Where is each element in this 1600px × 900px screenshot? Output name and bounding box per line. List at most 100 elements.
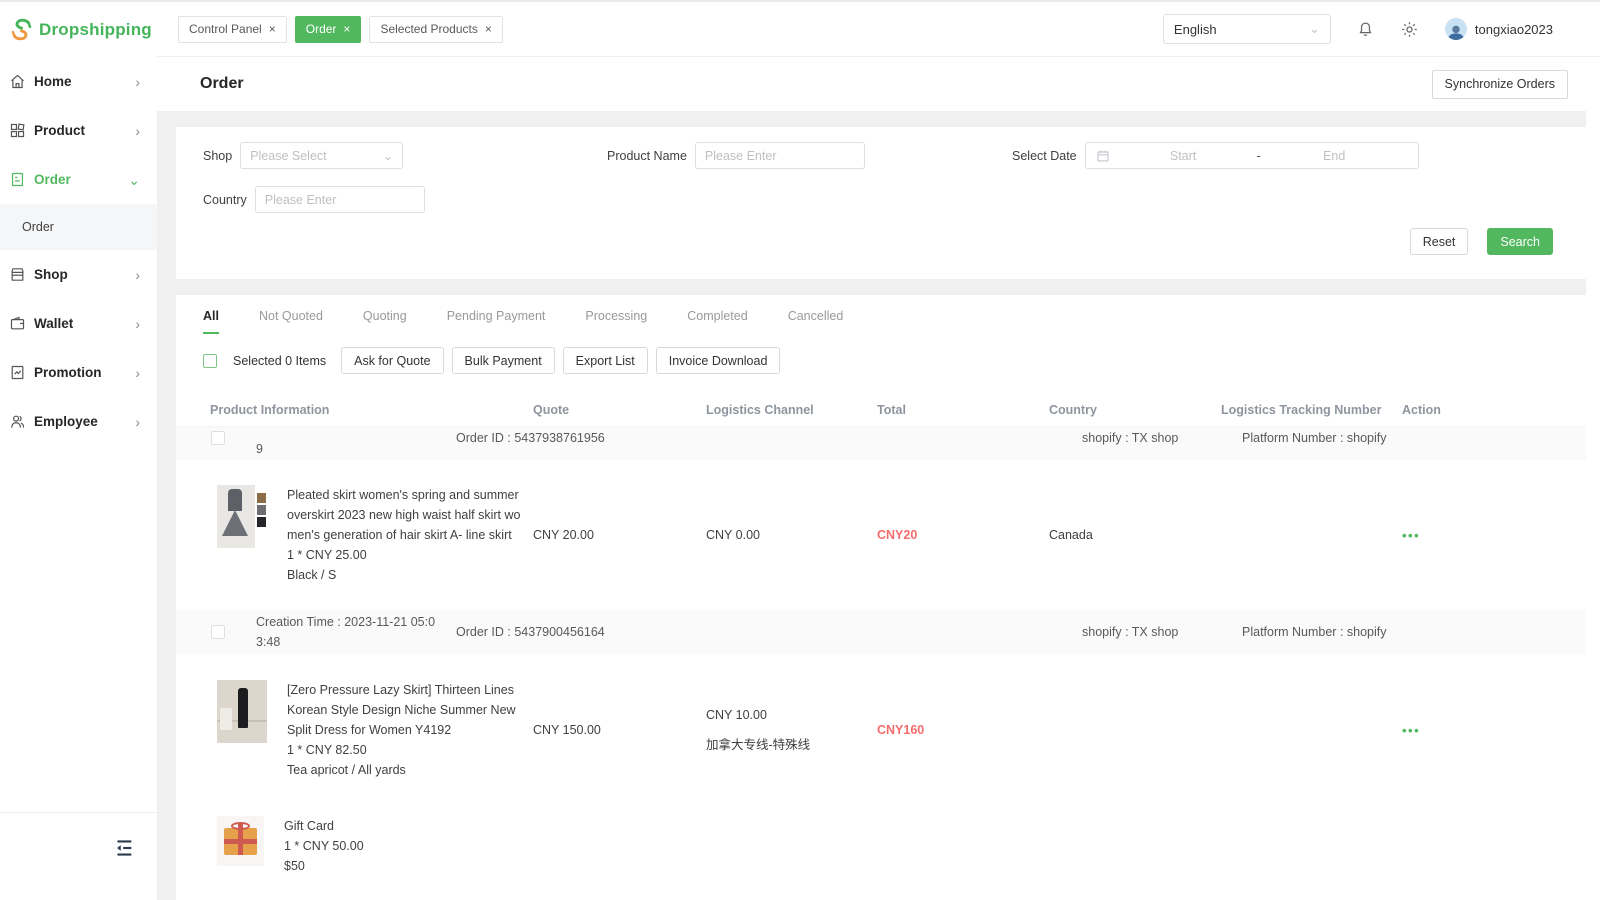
product-grid-icon	[9, 122, 26, 139]
status-tabs: All Not Quoted Quoting Pending Payment P…	[203, 309, 1586, 334]
sidebar-item-order[interactable]: Order ⌄	[0, 155, 157, 204]
select-all-checkbox[interactable]	[203, 354, 217, 368]
avatar[interactable]	[1445, 18, 1467, 40]
product-variant: Tea apricot / All yards	[287, 760, 524, 780]
sidebar-item-label: Promotion	[34, 365, 102, 380]
sidebar-item-promotion[interactable]: Promotion ›	[0, 348, 157, 397]
tab-cancelled[interactable]: Cancelled	[788, 309, 844, 334]
sidebar-item-home[interactable]: Home ›	[0, 57, 157, 106]
product-row: Pleated skirt women's spring and summer …	[176, 460, 1586, 610]
col-quote: Quote	[533, 403, 706, 417]
workspace-tab-order[interactable]: Order ×	[295, 16, 362, 43]
product-title[interactable]: Pleated skirt women's spring and summer …	[287, 485, 524, 545]
sidebar-item-label: Home	[34, 74, 72, 89]
sidebar-item-wallet[interactable]: Wallet ›	[0, 299, 157, 348]
col-product-information: Product Information	[176, 403, 533, 417]
product-info-cell: Gift Card 1 * CNY 50.00 $50	[176, 816, 533, 876]
total-cell: CNY20	[877, 528, 1049, 542]
country-label: Country	[203, 193, 247, 207]
tab-all[interactable]: All	[203, 309, 219, 334]
search-button[interactable]: Search	[1487, 228, 1553, 255]
tab-not-quoted[interactable]: Not Quoted	[259, 309, 323, 334]
sidebar-footer	[0, 812, 157, 900]
logo[interactable]: Dropshipping	[0, 2, 157, 57]
gear-icon[interactable]	[1400, 20, 1419, 39]
page-title: Order	[200, 75, 244, 93]
order-header-row: 9 Order ID : 5437938761956 shopify : TX …	[176, 427, 1586, 460]
close-icon[interactable]: ×	[269, 23, 276, 35]
chevron-right-icon: ›	[135, 75, 140, 89]
tab-processing[interactable]: Processing	[585, 309, 647, 334]
scrollbar-gutter	[1586, 57, 1600, 900]
date-range-picker[interactable]: Start - End	[1085, 142, 1419, 169]
country-cell: Canada	[1049, 528, 1221, 542]
workspace-tab-label: Order	[306, 22, 337, 36]
tab-quoting[interactable]: Quoting	[363, 309, 407, 334]
order-checkbox[interactable]	[211, 431, 225, 445]
workspace-tab-control-panel[interactable]: Control Panel ×	[178, 16, 287, 43]
quote-cell: CNY 150.00	[533, 723, 706, 737]
username[interactable]: tongxiao2023	[1475, 22, 1553, 37]
sidebar-item-shop[interactable]: Shop ›	[0, 250, 157, 299]
tab-completed[interactable]: Completed	[687, 309, 747, 334]
filter-shop: Shop Please Select ⌄	[203, 142, 403, 169]
filter-country: Country	[203, 186, 425, 213]
sidebar-spacer	[0, 446, 157, 812]
order-checkbox[interactable]	[211, 625, 225, 639]
chevron-right-icon: ›	[135, 317, 140, 331]
topbar: Control Panel × Order × Selected Product…	[157, 2, 1600, 57]
chevron-right-icon: ›	[135, 415, 140, 429]
chevron-right-icon: ›	[135, 268, 140, 282]
bulk-payment-button[interactable]: Bulk Payment	[452, 347, 555, 374]
reset-button[interactable]: Reset	[1410, 228, 1469, 255]
product-variant: Black / S	[287, 565, 524, 585]
invoice-download-button[interactable]: Invoice Download	[656, 347, 781, 374]
employee-icon	[9, 413, 26, 430]
sidebar-subitem-order[interactable]: Order	[0, 204, 157, 250]
order-platform: Platform Number : shopify	[1242, 431, 1387, 445]
col-logistics-channel: Logistics Channel	[706, 403, 877, 417]
bell-icon[interactable]	[1356, 20, 1375, 39]
action-dots[interactable]: •••	[1402, 723, 1420, 738]
col-country: Country	[1049, 403, 1221, 417]
creation-time: Creation Time : 2023-11-21 05:03:48	[256, 612, 438, 652]
home-icon	[9, 73, 26, 90]
product-qty-price: 1 * CNY 25.00	[287, 545, 524, 565]
export-list-button[interactable]: Export List	[563, 347, 648, 374]
product-image-gift-card[interactable]	[217, 816, 264, 866]
language-select[interactable]: English ⌄	[1163, 14, 1331, 44]
shop-select[interactable]: Please Select ⌄	[240, 142, 403, 169]
country-input[interactable]	[255, 186, 425, 213]
menu-fold-icon[interactable]	[114, 839, 134, 857]
product-text: Pleated skirt women's spring and summer …	[287, 485, 524, 585]
action-cell: •••	[1391, 723, 1586, 738]
quote-cell: CNY 20.00	[533, 528, 706, 542]
order-doc-icon	[9, 171, 26, 188]
action-dots[interactable]: •••	[1402, 528, 1420, 543]
page-header: Order Synchronize Orders	[157, 57, 1600, 111]
product-text: Gift Card 1 * CNY 50.00 $50	[284, 816, 521, 876]
product-text: [Zero Pressure Lazy Skirt] Thirteen Line…	[287, 680, 524, 780]
filter-product-name: Product Name	[607, 142, 865, 169]
sidebar-item-product[interactable]: Product ›	[0, 106, 157, 155]
product-title[interactable]: [Zero Pressure Lazy Skirt] Thirteen Line…	[287, 680, 524, 740]
tab-pending-payment[interactable]: Pending Payment	[447, 309, 546, 334]
col-logistics-tracking-number: Logistics Tracking Number	[1221, 403, 1391, 417]
sidebar-item-employee[interactable]: Employee ›	[0, 397, 157, 446]
close-icon[interactable]: ×	[343, 23, 350, 35]
product-qty-price: 1 * CNY 50.00	[284, 836, 521, 856]
product-image-pleated-skirt[interactable]	[217, 485, 267, 548]
order-list-panel: All Not Quoted Quoting Pending Payment P…	[176, 295, 1586, 900]
product-image-dress[interactable]	[217, 680, 267, 743]
date-end-placeholder[interactable]: End	[1261, 149, 1408, 163]
logo-text: Dropshipping	[39, 20, 152, 40]
workspace-tab-selected-products[interactable]: Selected Products ×	[369, 16, 502, 43]
product-title[interactable]: Gift Card	[284, 816, 521, 836]
product-name-input[interactable]	[695, 142, 865, 169]
date-start-placeholder[interactable]: Start	[1110, 149, 1257, 163]
ask-for-quote-button[interactable]: Ask for Quote	[341, 347, 443, 374]
synchronize-orders-button[interactable]: Synchronize Orders	[1432, 70, 1568, 99]
close-icon[interactable]: ×	[485, 23, 492, 35]
sidebar-item-label: Shop	[34, 267, 68, 282]
product-row: Gift Card 1 * CNY 50.00 $50	[176, 806, 1586, 900]
